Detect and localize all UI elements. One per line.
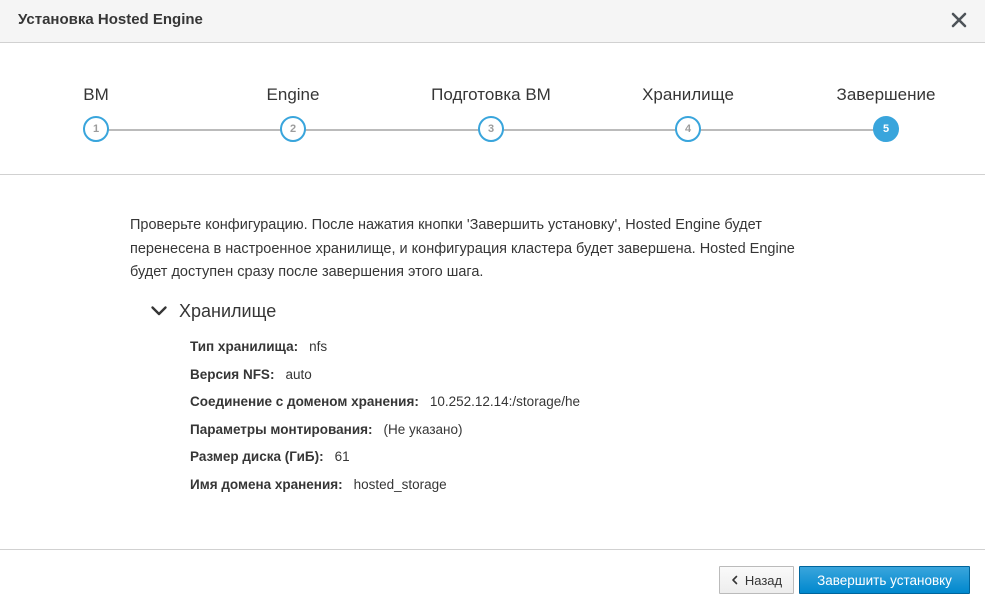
detail-row-connection: Соединение с доменом хранения: 10.252.12.…	[190, 388, 580, 416]
detail-value: 10.252.12.14:/storage/he	[429, 394, 580, 410]
finish-button-label: Завершить установку	[817, 572, 952, 588]
intro-line: перенесена в настроенное хранилище, и ко…	[130, 240, 795, 257]
review-intro-text: Проверьте конфигурацию. После нажатия кн…	[130, 214, 850, 285]
finish-deployment-button[interactable]: Завершить установку	[799, 566, 970, 594]
detail-label: Соединение с доменом хранения:	[190, 394, 419, 410]
back-button-label: Назад	[744, 572, 783, 588]
detail-row-storage-type: Тип хранилища: nfs	[190, 333, 580, 361]
step-number-circle: 3	[478, 116, 504, 142]
step-label: Хранилище	[642, 85, 734, 104]
detail-row-domain-name: Имя домена хранения: hosted_storage	[190, 471, 580, 499]
step-prepare-vm[interactable]: Подготовка ВМ 3	[411, 84, 571, 142]
step-number-circle-active: 5	[873, 116, 899, 142]
hosted-engine-dialog: Установка Hosted Engine ВМ 1 Engine 2 По…	[0, 0, 985, 610]
detail-value: auto	[285, 366, 312, 382]
step-label: Подготовка ВМ	[431, 85, 551, 104]
close-button[interactable]	[945, 6, 973, 34]
step-label: ВМ	[83, 85, 109, 104]
detail-label: Параметры монтирования:	[190, 421, 373, 437]
close-icon	[951, 12, 967, 28]
detail-label: Размер диска (ГиБ):	[190, 449, 324, 465]
step-storage[interactable]: Хранилище 4	[608, 84, 768, 142]
step-vm[interactable]: ВМ 1	[16, 84, 176, 142]
detail-value: nfs	[309, 339, 328, 354]
detail-value: (Не указано)	[383, 421, 463, 437]
storage-section-toggle[interactable]: Хранилище	[150, 298, 276, 324]
step-finish[interactable]: Завершение 5	[806, 84, 966, 142]
detail-value: 61	[334, 449, 350, 465]
dialog-title: Установка Hosted Engine	[18, 11, 203, 28]
detail-row-nfs-version: Версия NFS: auto	[190, 361, 580, 389]
step-number-circle: 4	[675, 116, 701, 142]
step-label: Engine	[266, 85, 320, 104]
section-title: Хранилище	[179, 300, 277, 321]
detail-label: Тип хранилища:	[190, 339, 299, 354]
back-button[interactable]: Назад	[719, 566, 794, 594]
dialog-footer: Назад Завершить установку	[0, 549, 985, 610]
wizard-steps: ВМ 1 Engine 2 Подготовка ВМ 3 Хранилище …	[0, 44, 985, 175]
detail-label: Имя домена хранения:	[190, 476, 343, 492]
storage-details: Тип хранилища: nfs Версия NFS: auto Соедин…	[190, 333, 580, 499]
step-number-circle: 2	[280, 116, 306, 142]
intro-line: будет доступен сразу после завершения эт…	[130, 264, 484, 280]
detail-value: hosted_storage	[353, 476, 447, 492]
chevron-left-icon	[732, 575, 738, 585]
intro-line: Проверьте конфигурацию. После нажатия кн…	[130, 217, 762, 233]
step-engine[interactable]: Engine 2	[213, 84, 373, 142]
detail-label: Версия NFS:	[190, 366, 275, 382]
detail-row-mount-options: Параметры монтирования: (Не указано)	[190, 416, 580, 444]
detail-row-disk-size: Размер диска (ГиБ): 61	[190, 443, 580, 471]
step-number-circle: 1	[83, 116, 109, 142]
chevron-down-icon	[151, 306, 167, 316]
step-label: Завершение	[836, 85, 936, 104]
dialog-header: Установка Hosted Engine	[0, 0, 985, 43]
